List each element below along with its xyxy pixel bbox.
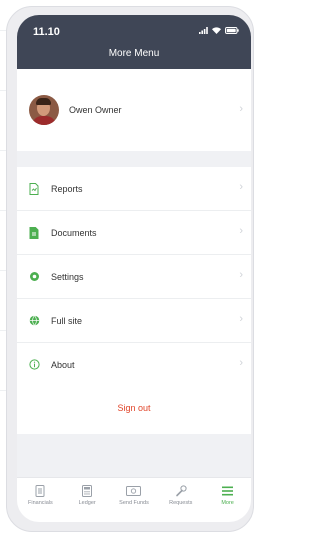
tab-more[interactable]: More [204,478,251,522]
tab-label: More [221,500,234,506]
menu-item-label: Documents [51,227,97,238]
menu-item-about[interactable]: About › [17,343,251,386]
calculator-icon [82,484,93,498]
signout-area: Sign out [17,382,251,434]
financials-icon [35,484,45,498]
chevron-right-icon: › [239,225,243,237]
menu-list: Reports › Documents › Settings › Full si… [17,167,251,386]
chevron-right-icon: › [239,313,243,325]
signal-icon [199,27,208,34]
status-icons [199,27,239,34]
tab-requests[interactable]: Requests [157,478,204,522]
menu-item-settings[interactable]: Settings › [17,255,251,299]
chevron-right-icon: › [239,181,243,193]
tab-label: Requests [169,500,193,506]
menu-item-label: Settings [51,271,84,282]
chevron-right-icon: › [239,269,243,281]
money-icon [126,484,142,498]
tab-bar: Financials Ledger Send Funds Requests Mo… [17,477,251,522]
menu-item-label: Reports [51,183,83,194]
menu-item-documents[interactable]: Documents › [17,211,251,255]
avatar [29,95,59,125]
page-title: More Menu [108,48,160,59]
profile-name: Owen Owner [69,105,122,115]
menu-item-label: About [51,359,75,370]
documents-icon [28,226,40,239]
menu-item-label: Full site [51,315,83,326]
chevron-right-icon: › [239,357,243,369]
wrench-icon [175,484,187,498]
app-header: 11.10 More Menu [17,15,251,69]
tab-send-funds[interactable]: Send Funds [111,478,158,522]
settings-icon [28,271,40,283]
menu-item-full-site[interactable]: Full site › [17,299,251,343]
globe-icon [28,315,40,327]
profile-row[interactable]: Owen Owner › [17,69,251,151]
tab-financials[interactable]: Financials [17,478,64,522]
reports-icon [28,182,40,195]
info-icon [28,359,40,371]
battery-icon [225,27,239,34]
status-time: 11.10 [33,26,60,38]
phone-screen: 11.10 More Menu Owen Owner › Reports › D… [17,15,251,522]
tab-label: Send Funds [119,500,149,506]
wifi-icon [212,27,221,34]
tab-label: Financials [28,500,53,506]
chevron-right-icon: › [239,103,243,115]
sign-out-button[interactable]: Sign out [117,403,150,413]
tab-ledger[interactable]: Ledger [64,478,111,522]
menu-item-reports[interactable]: Reports › [17,167,251,211]
tab-label: Ledger [78,500,96,506]
menu-icon [222,484,234,498]
